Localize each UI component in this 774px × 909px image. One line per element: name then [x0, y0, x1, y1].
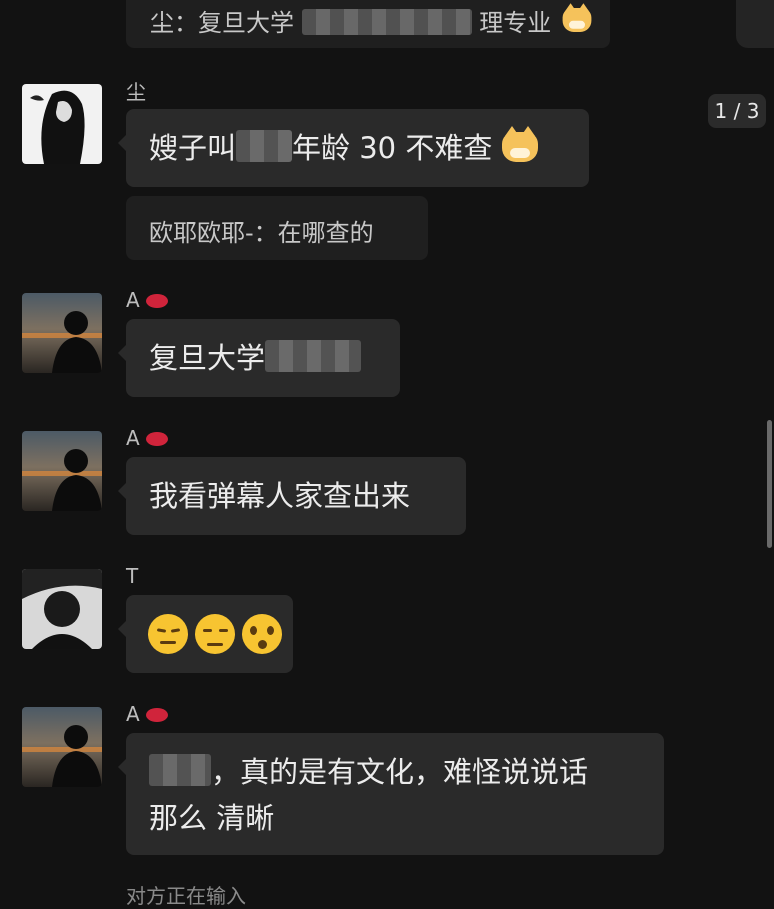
quote-bubble[interactable]: 欧耶欧耶-：在哪查的 — [126, 196, 428, 260]
unamused-face-emoji — [195, 614, 236, 654]
pensive-face-emoji — [148, 614, 188, 654]
redacted-blur — [265, 340, 362, 372]
redacted-blur — [236, 130, 293, 162]
message-text: 嫂子叫 — [149, 131, 237, 165]
message-text: 我看弹幕人家查出来 — [149, 479, 411, 513]
message-bubble[interactable]: 我看弹幕人家查出来 — [118, 457, 466, 535]
message-text: 复旦大学 — [149, 341, 266, 375]
doge-cat-emoji — [562, 3, 592, 32]
sender-name: A — [126, 426, 169, 450]
message-bubble[interactable]: 嫂子叫 年龄 30 不难查 — [118, 109, 589, 187]
avatar-a[interactable] — [22, 431, 102, 511]
kiss-lips-icon — [146, 294, 169, 308]
quote-text-tail: 理专业 — [479, 9, 552, 37]
sender-name: 尘 — [126, 80, 146, 104]
image-counter: 1 / 3 — [708, 94, 766, 128]
avatar-chen[interactable] — [22, 84, 102, 164]
kiss-lips-icon — [146, 432, 169, 446]
scrollbar[interactable] — [767, 420, 772, 548]
message-bubble[interactable]: ，真的是有文化，难怪说说话 那么 清晰 — [118, 733, 664, 855]
sender-name: A — [126, 702, 169, 726]
sender-name: T — [126, 564, 139, 588]
avatar-ink-figure-icon — [30, 90, 85, 164]
avatar-a[interactable] — [22, 707, 102, 787]
message-text-cont: 年龄 30 不难查 — [292, 131, 493, 165]
kiss-lips-icon — [146, 708, 169, 722]
typing-indicator: 对方正在输入 — [126, 884, 246, 908]
redacted-blur — [301, 9, 472, 35]
avatar-bw-portrait-icon — [22, 569, 102, 649]
avatar-silhouette-sunset-icon — [22, 725, 102, 787]
quote-text: 欧耶欧耶-：在哪查的 — [149, 219, 374, 247]
message-text-line1: ，真的是有文化，难怪说说话 — [211, 755, 589, 789]
avatar-a[interactable] — [22, 293, 102, 373]
doge-cat-emoji — [501, 126, 538, 162]
avatar-silhouette-sunset-icon — [22, 311, 102, 373]
avatar-t[interactable] — [22, 569, 102, 649]
broken-face-emoji — [242, 614, 283, 654]
quote-text: 尘：复旦大学 — [150, 9, 294, 37]
sender-name: A — [126, 288, 169, 312]
redacted-blur — [149, 754, 211, 786]
quote-bubble-top[interactable]: 尘：复旦大学 理专业 — [126, 0, 610, 48]
message-bubble[interactable] — [118, 595, 293, 673]
message-text-line2: 那么 清晰 — [149, 801, 275, 835]
avatar-silhouette-sunset-icon — [22, 449, 102, 511]
message-bubble[interactable]: 复旦大学 — [118, 319, 400, 397]
corner-button[interactable] — [736, 0, 774, 48]
